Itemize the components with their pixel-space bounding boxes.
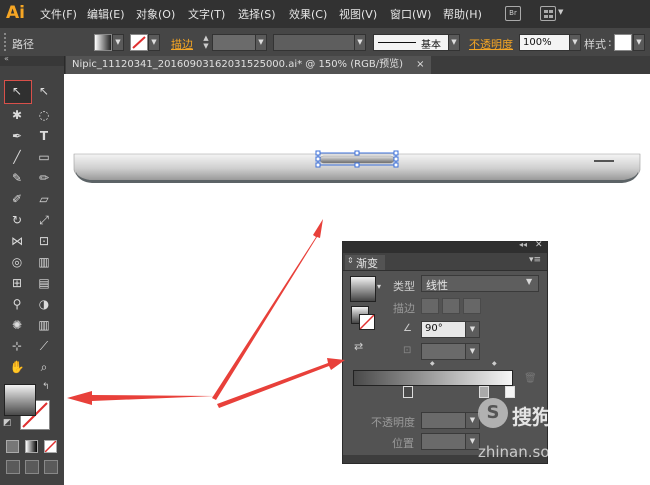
watermark-url: zhinan.sogou.com — [478, 443, 615, 461]
arrow-to-fill-box — [67, 391, 215, 405]
watermark-brand: 搜狗指南 — [512, 405, 592, 429]
sogou-logo: S — [478, 398, 508, 428]
